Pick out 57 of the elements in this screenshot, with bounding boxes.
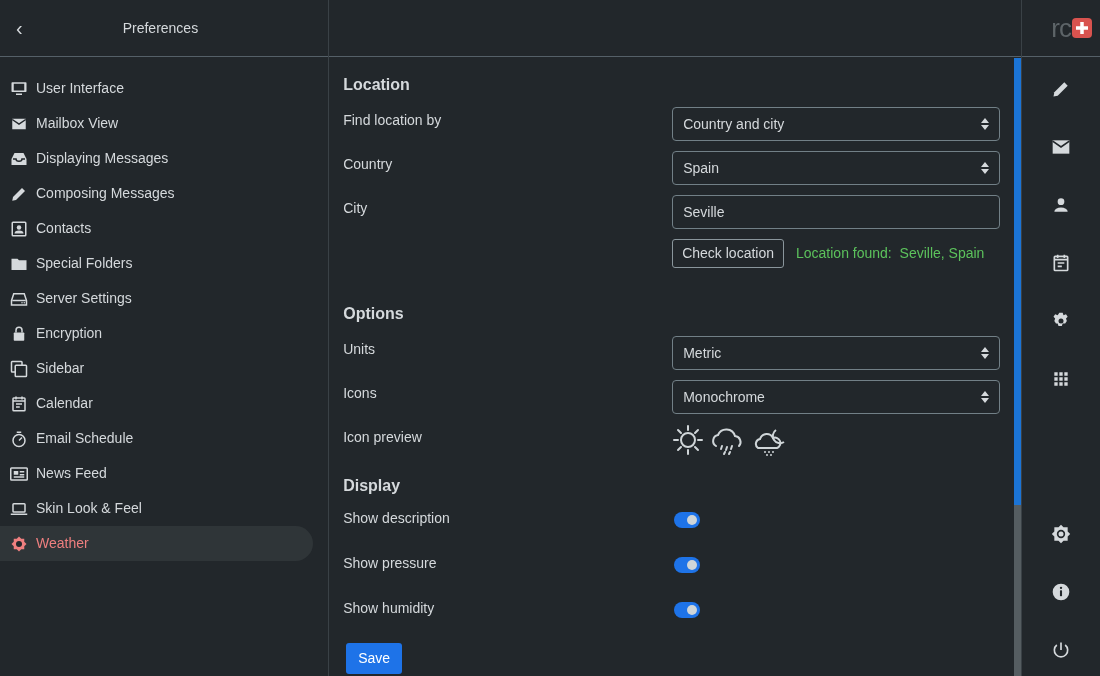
up-down-chevron-icon (981, 347, 990, 359)
sidebar-item[interactable]: Server Settings (0, 281, 314, 316)
envelope-icon[interactable] (1051, 137, 1072, 157)
overlapping-squares-icon (10, 359, 28, 378)
field-label: Find location by (343, 112, 442, 128)
sidebar-item[interactable]: Calendar (0, 386, 314, 421)
section-heading: Display (343, 476, 402, 496)
sidebar-item[interactable]: Special Folders (0, 246, 314, 281)
calendar-icon[interactable] (1051, 253, 1072, 273)
stopwatch-icon (10, 429, 28, 448)
section-heading: Options (343, 304, 405, 324)
toggle-switch[interactable] (674, 557, 701, 573)
save-button[interactable]: Save (346, 643, 403, 674)
dropdown-field[interactable]: Spain (672, 151, 1001, 185)
field-label: Icons (343, 385, 377, 401)
field-label: Units (343, 341, 376, 357)
field-label: Country (343, 156, 393, 172)
toggle-switch[interactable] (674, 602, 701, 618)
sidebar-item[interactable]: User Interface (0, 71, 314, 106)
sidebar-item[interactable]: Composing Messages (0, 176, 314, 211)
sidebar-item[interactable]: News Feed (0, 456, 314, 491)
logo: rc (1022, 0, 1100, 57)
status-text: Location found: Seville, Spain (796, 244, 985, 263)
sun-icon (672, 424, 705, 456)
calendar-icon (10, 394, 28, 413)
brightness-icon[interactable] (1051, 524, 1072, 544)
contact-card-icon (10, 219, 28, 238)
back-button[interactable]: ‹ (0, 18, 39, 38)
sidebar-item[interactable]: Weather (0, 526, 314, 561)
up-down-chevron-icon (981, 391, 990, 403)
sidebar-item[interactable]: Skin Look & Feel (0, 491, 314, 526)
section-heading: Location (343, 75, 411, 95)
sidebar-item[interactable]: Sidebar (0, 351, 314, 386)
page-title: Preferences (122, 18, 199, 38)
dropdown-field[interactable]: Country and city (672, 107, 1001, 141)
sidebar-item[interactable]: Email Schedule (0, 421, 314, 456)
up-down-chevron-icon (981, 118, 990, 130)
field-label: Show humidity (343, 600, 435, 616)
field-label: Icon preview (343, 429, 422, 445)
check-location-button[interactable]: Check location (672, 239, 784, 268)
newspaper-icon (10, 464, 28, 483)
field-label: Show description (343, 510, 450, 526)
sidebar-item[interactable]: Encryption (0, 316, 314, 351)
field-label: Show pressure (343, 555, 437, 571)
monitor-icon (10, 79, 28, 98)
sidebar-item[interactable]: Mailbox View (0, 106, 314, 141)
info-icon[interactable] (1051, 582, 1072, 602)
text-field[interactable]: Seville (672, 195, 1001, 229)
sidebar-item[interactable]: Contacts (0, 211, 314, 246)
up-down-chevron-icon (981, 162, 990, 174)
toggle-switch[interactable] (674, 512, 701, 528)
dropdown-field[interactable]: Monochrome (672, 380, 1001, 414)
sun-icon (10, 534, 28, 553)
sidebar-item[interactable]: Displaying Messages (0, 141, 314, 176)
scrollbar[interactable] (1014, 58, 1022, 676)
dropdown-field[interactable]: Metric (672, 336, 1001, 370)
field-label: City (343, 200, 368, 216)
